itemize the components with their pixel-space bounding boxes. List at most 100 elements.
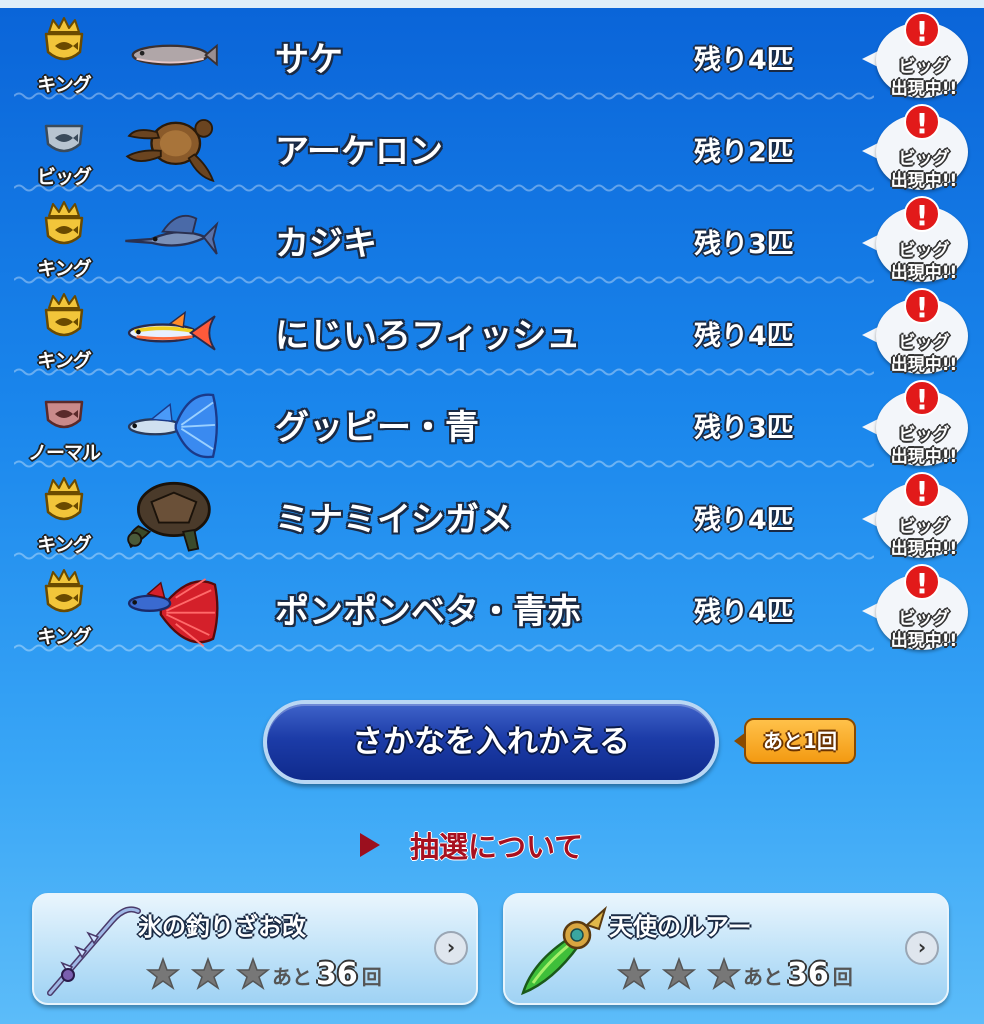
uses-count: 36 — [787, 957, 829, 992]
fish-name: にじいろフィッシュ — [275, 316, 581, 356]
chevron-right-icon[interactable]: › — [434, 931, 468, 965]
lottery-info-link[interactable]: 抽選について — [360, 824, 583, 864]
bubble-appearing-label: 出現中!! — [890, 355, 958, 375]
exclamation-icon: ! — [904, 196, 940, 232]
chevron-right-icon[interactable]: › — [905, 931, 939, 965]
big-appearing-bubble: ! ビッグ 出現中!! — [860, 196, 972, 284]
rank-badge: ビッグ — [22, 108, 106, 190]
row-divider-wave — [14, 276, 874, 284]
star-icon — [617, 957, 651, 990]
row-divider-wave — [14, 644, 874, 652]
bubble-appearing-label: 出現中!! — [890, 79, 958, 99]
uses-remaining: あと 36 回 — [272, 957, 382, 992]
bubble-appearing-label: 出現中!! — [890, 171, 958, 191]
normal-rank-icon — [44, 400, 84, 429]
big-appearing-bubble: ! ビッグ 出現中!! — [860, 12, 972, 100]
fish-name: グッピー・青 — [275, 408, 479, 448]
rank-badge: ノーマル — [22, 384, 106, 466]
big-appearing-bubble: ! ビッグ 出現中!! — [860, 288, 972, 376]
big-rank-icon — [44, 124, 84, 153]
star-icon — [146, 957, 180, 990]
fish-remaining-count: 残り4匹 — [694, 505, 794, 536]
bubble-appearing-label: 出現中!! — [890, 447, 958, 467]
fish-name: アーケロン — [275, 132, 443, 172]
exclamation-icon: ! — [904, 472, 940, 508]
uses-suffix: 回 — [832, 965, 853, 989]
fish-list-item[interactable]: キング ポンポンベタ・青赤 残り4匹 ! ビッグ 出現中!! — [0, 562, 984, 654]
fish-name: サケ — [275, 40, 343, 80]
big-appearing-bubble: ! ビッグ 出現中!! — [860, 472, 972, 560]
equipment-card-rod[interactable]: 氷の釣りざお改 あと 36 回 › — [32, 893, 478, 1005]
fish-remaining-count: 残り4匹 — [694, 45, 794, 76]
row-divider-wave — [14, 460, 874, 468]
fish-list-item[interactable]: ビッグ アーケロン 残り2匹 ! ビッグ 出現中!! — [0, 102, 984, 194]
top-edge-strip — [0, 0, 984, 8]
remaining-swaps-badge: あと1回 — [734, 718, 856, 764]
fish-remaining-count: 残り4匹 — [694, 597, 794, 628]
rainbow-fish-icon — [127, 310, 216, 351]
fish-name: ミナミイシガメ — [275, 500, 513, 540]
star-icon — [236, 957, 271, 990]
king-rank-icon — [44, 17, 84, 61]
equipment-name: 氷の釣りざお改 — [138, 913, 306, 941]
fish-remaining-count: 残り4匹 — [694, 321, 794, 352]
star-icon — [191, 957, 226, 990]
big-appearing-bubble: ! ビッグ 出現中!! — [860, 564, 972, 652]
row-divider-wave — [14, 92, 874, 100]
ice-fishing-rod-icon — [47, 906, 141, 996]
equipment-card-lure[interactable]: 天使のルアー あと 36 回 › — [503, 893, 949, 1005]
fish-name: カジキ — [275, 224, 377, 264]
pond-turtle-icon — [127, 481, 211, 552]
fish-remaining-count: 残り2匹 — [694, 137, 794, 168]
fish-list-item[interactable]: キング ミナミイシガメ 残り4匹 ! ビッグ 出現中!! — [0, 470, 984, 562]
fish-list-item[interactable]: キング サケ 残り4匹 ! ビッグ 出現中!! — [0, 10, 984, 102]
remaining-swaps-label: あと1回 — [763, 729, 837, 753]
marlin-icon — [125, 214, 219, 255]
exclamation-icon: ! — [904, 564, 940, 600]
play-arrow-icon — [360, 833, 380, 857]
big-appearing-bubble: ! ビッグ 出現中!! — [860, 380, 972, 468]
salmon-icon — [131, 43, 218, 67]
king-rank-icon — [44, 201, 84, 245]
uses-suffix: 回 — [361, 965, 382, 989]
swap-fish-button[interactable]: さかなを入れかえる — [263, 700, 719, 784]
bubble-appearing-label: 出現中!! — [890, 539, 958, 559]
row-divider-wave — [14, 368, 874, 376]
uses-remaining: あと 36 回 — [743, 957, 853, 992]
row-divider-wave — [14, 552, 874, 560]
rank-badge: キング — [22, 200, 106, 282]
exclamation-icon: ! — [904, 104, 940, 140]
lottery-info-label: 抽選について — [410, 830, 584, 864]
king-rank-icon — [44, 569, 84, 613]
uses-prefix: あと — [272, 965, 312, 989]
exclamation-icon: ! — [904, 12, 940, 48]
fish-list-item[interactable]: ノーマル グッピー・青 残り3匹 ! ビッグ 出現中!! — [0, 378, 984, 470]
king-rank-icon — [44, 477, 84, 521]
fish-list-item[interactable]: キング カジキ 残り3匹 ! ビッグ 出現中!! — [0, 194, 984, 286]
rank-badge: キング — [22, 568, 106, 650]
big-appearing-bubble: ! ビッグ 出現中!! — [860, 104, 972, 192]
king-rank-icon — [44, 293, 84, 337]
fish-list: キング サケ 残り4匹 ! ビッグ 出現中!! ビッグ アーケロン 残り2匹 !… — [0, 10, 984, 654]
sea-turtle-icon — [125, 119, 215, 183]
betta-icon — [127, 578, 219, 647]
star-icon — [707, 957, 742, 990]
fish-remaining-count: 残り3匹 — [694, 413, 794, 444]
star-icon — [662, 957, 697, 990]
rank-badge: キング — [22, 16, 106, 98]
bubble-appearing-label: 出現中!! — [890, 263, 958, 283]
uses-count: 36 — [316, 957, 358, 992]
fish-list-item[interactable]: キング にじいろフィッシュ 残り4匹 ! ビッグ 出現中!! — [0, 286, 984, 378]
rating-stars — [617, 957, 747, 995]
rank-badge: キング — [22, 476, 106, 558]
equipment-name: 天使のルアー — [609, 913, 752, 941]
rating-stars — [146, 957, 276, 995]
fish-name: ポンポンベタ・青赤 — [275, 592, 581, 632]
guppy-icon — [127, 393, 218, 459]
row-divider-wave — [14, 184, 874, 192]
angel-lure-icon — [521, 905, 607, 996]
exclamation-icon: ! — [904, 380, 940, 416]
fish-remaining-count: 残り3匹 — [694, 229, 794, 260]
bubble-appearing-label: 出現中!! — [890, 631, 958, 651]
uses-prefix: あと — [743, 965, 783, 989]
